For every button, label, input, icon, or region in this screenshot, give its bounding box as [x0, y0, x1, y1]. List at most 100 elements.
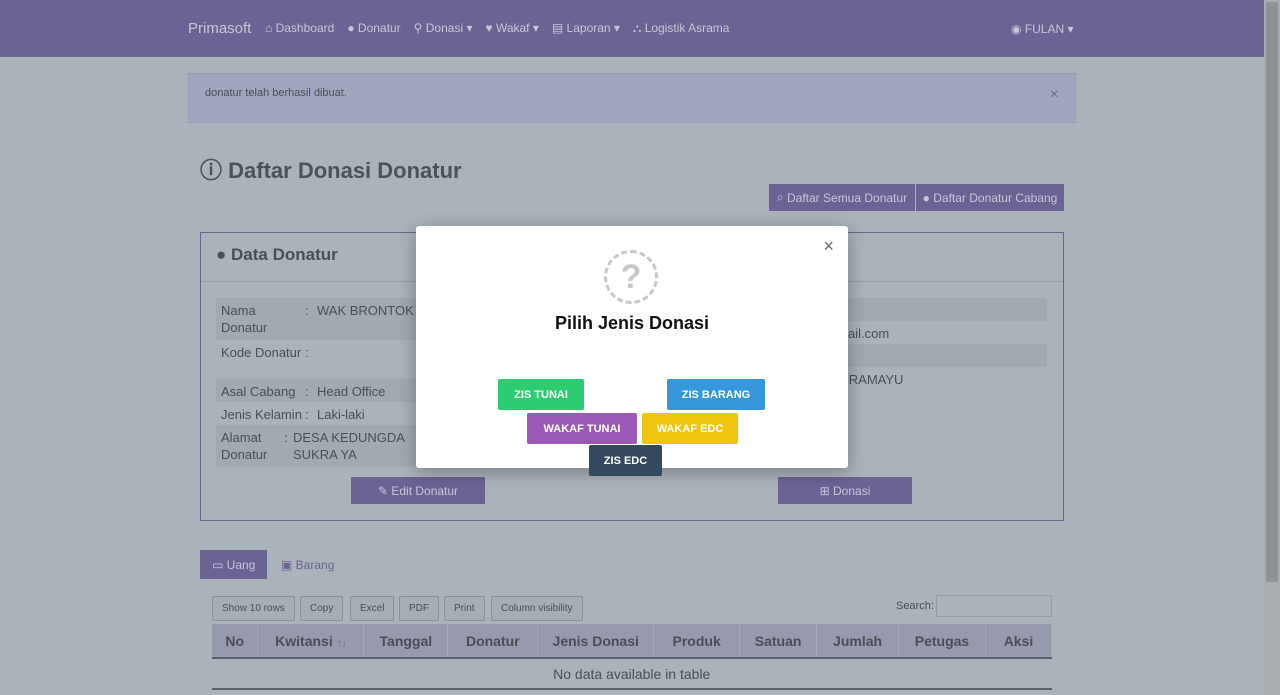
field-value: WAK BRONTOK: [317, 303, 414, 318]
card-title: Data Donatur: [231, 245, 338, 264]
show-rows-button[interactable]: Show 10 rows: [212, 596, 295, 621]
field-value: DESA KEDUNGDA SUKRA YA: [292, 430, 405, 462]
tab-barang[interactable]: ▣ Barang: [269, 550, 346, 579]
nav-item-logistik[interactable]: ⛬ Logistik Asrama: [633, 21, 729, 36]
header-label: No: [225, 632, 245, 649]
nav-item-wakaf[interactable]: ♥ Wakaf ▾: [485, 21, 538, 36]
nav-label: Wakaf ▾: [495, 21, 539, 35]
search-label: Search:: [896, 600, 934, 612]
header-label: Produk: [672, 632, 721, 649]
header-label: Kwitansi: [275, 632, 333, 649]
hand-heart-icon: ♥: [485, 21, 493, 35]
field-row: Nama Donatur: WAK BRONTOK: [216, 298, 432, 340]
donate-icon: ⚲: [413, 21, 423, 35]
zis-edc-button[interactable]: ZIS EDC: [589, 445, 662, 476]
nav-label: Donatur: [357, 21, 401, 35]
modal-title: Pilih Jenis Donasi: [554, 313, 710, 333]
column-header[interactable]: Satuan: [739, 624, 818, 659]
zis-barang-button[interactable]: ZIS BARANG: [667, 379, 765, 410]
field-value-right: 76: [830, 298, 1047, 321]
header-label: Jenis Donasi: [552, 632, 639, 649]
user-icon: ●: [216, 245, 227, 264]
all-donatur-button[interactable]: ⌕ Daftar Semua Donatur: [769, 184, 915, 211]
page-title: ⓘ Daftar Donasi Donatur: [200, 153, 462, 185]
field-value-right: NDRAMAYU: [830, 372, 904, 387]
pdf-button[interactable]: PDF: [399, 596, 439, 621]
column-header[interactable]: Tanggal: [363, 624, 449, 659]
field-label: Alamat Donatur: [221, 430, 268, 462]
tab-uang-label: Uang: [226, 557, 256, 572]
nav-item-dashboard[interactable]: ⌂ Dashboard: [265, 21, 334, 36]
cabang-donatur-button[interactable]: ● Daftar Donatur Cabang: [916, 184, 1064, 211]
nav-label: Donasi ▾: [425, 21, 473, 35]
money-icon: ▭: [212, 557, 227, 572]
excel-button[interactable]: Excel: [350, 596, 395, 621]
print-button[interactable]: Print: [444, 596, 485, 621]
field-value-right: [830, 344, 1047, 367]
header-label: Tanggal: [379, 632, 433, 649]
field-label: Nama Donatur: [221, 303, 268, 335]
field-value: Head Office: [317, 384, 386, 399]
nav-item-laporan[interactable]: ▤ Laporan ▾: [552, 21, 620, 36]
header-label: Jumlah: [833, 632, 883, 649]
empty-message: No data available in table: [212, 658, 1052, 690]
colon: :: [305, 303, 309, 318]
colon: :: [305, 407, 309, 422]
column-header[interactable]: Donatur: [447, 624, 539, 659]
alert-text: donatur telah berhasil dibuat.: [205, 87, 347, 99]
search-icon: ⌕: [776, 190, 787, 204]
file-icon: ▤: [551, 21, 564, 35]
user-icon: ●: [922, 190, 934, 205]
wakaf-tunai-button[interactable]: WAKAF TUNAI: [527, 413, 637, 444]
gift-icon: ⊞: [819, 483, 834, 498]
colon: :: [305, 384, 309, 399]
colon: :: [305, 345, 309, 360]
donasi-table: No Kwitansi ↑↓ Tanggal Donatur Jenis Donasi P…: [212, 624, 1053, 690]
column-visibility-button[interactable]: Column visibility: [491, 596, 583, 621]
question-icon: ?: [604, 250, 658, 304]
cubes-icon: ⛬: [632, 21, 642, 35]
field-row: Kode Donatur:: [216, 340, 432, 378]
column-header[interactable]: Petugas: [898, 624, 986, 659]
scrollbar[interactable]: [1264, 0, 1280, 695]
field-label: Jenis Kelamin: [221, 407, 302, 422]
column-header[interactable]: Produk: [653, 624, 741, 659]
field-label: Kode Donatur: [221, 345, 302, 360]
sort-icon: ↑↓: [336, 637, 347, 649]
wakaf-edc-button[interactable]: WAKAF EDC: [642, 413, 738, 444]
header-label: Donatur: [465, 632, 520, 649]
navbar: Primasoft ⌂ Dashboard ● Donatur ⚲ Donasi ▾…: [0, 0, 1264, 57]
field-value-right: gmail.com: [830, 326, 890, 341]
alert-close-button[interactable]: ×: [1050, 86, 1059, 104]
column-header[interactable]: Jumlah: [816, 624, 900, 659]
donasi-button[interactable]: ⊞ Donasi: [778, 477, 912, 504]
box-icon: ▣: [281, 557, 296, 572]
column-header[interactable]: No: [212, 624, 259, 659]
edit-icon: ✎: [377, 483, 392, 498]
nav-item-donasi[interactable]: ⚲ Donasi ▾: [414, 21, 473, 36]
nav-label: Logistik Asrama: [644, 21, 730, 35]
column-header[interactable]: Aksi: [985, 624, 1053, 659]
column-header[interactable]: Jenis Donasi: [537, 624, 655, 659]
field-label: Asal Cabang: [221, 384, 296, 399]
header-label: Petugas: [914, 632, 970, 649]
tab-uang[interactable]: ▭ Uang: [200, 550, 268, 579]
field-row: Asal Cabang: Head Office: [216, 379, 432, 402]
zis-tunai-button[interactable]: ZIS TUNAI: [498, 379, 584, 410]
search-input[interactable]: [936, 595, 1052, 617]
header-label: Aksi: [1003, 632, 1034, 649]
scrollbar-thumb[interactable]: [1266, 2, 1278, 582]
header-label: Satuan: [754, 632, 802, 649]
column-header[interactable]: Kwitansi ↑↓: [257, 624, 365, 659]
user-icon: ●: [347, 21, 355, 35]
edit-donatur-button[interactable]: ✎ Edit Donatur: [351, 477, 485, 504]
modal-close-button[interactable]: ×: [823, 236, 834, 257]
nav-item-donatur[interactable]: ● Donatur: [347, 21, 400, 36]
user-menu[interactable]: ◉ FULAN ▾: [1011, 22, 1074, 36]
edit-label: Edit Donatur: [391, 483, 459, 498]
copy-button[interactable]: Copy: [300, 596, 344, 621]
brand[interactable]: Primasoft: [188, 20, 251, 37]
tab-barang-label: Barang: [295, 557, 335, 572]
donasi-label: Donasi: [833, 483, 871, 498]
cabang-donatur-label: Daftar Donatur Cabang: [933, 190, 1058, 205]
